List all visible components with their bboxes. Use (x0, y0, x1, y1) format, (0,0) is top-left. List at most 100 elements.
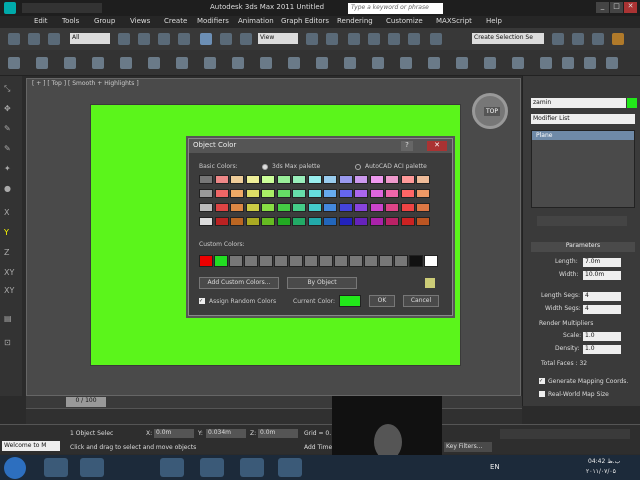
menu-animation[interactable]: Animation (238, 17, 274, 25)
key-filters-button[interactable]: Key Filters... (444, 442, 492, 452)
basic-color-swatch[interactable] (369, 217, 384, 226)
basic-color-swatch[interactable] (323, 175, 337, 184)
select-tool-icon[interactable]: ⤡ (4, 84, 18, 96)
basic-color-swatch[interactable] (307, 175, 322, 184)
basic-color-swatch[interactable] (323, 203, 337, 212)
z-coord-field[interactable]: 0.0m (258, 429, 298, 438)
unlink-icon[interactable] (48, 33, 60, 45)
taskbar-app-media[interactable] (160, 458, 184, 477)
render-icon[interactable] (612, 33, 624, 45)
basic-color-swatch[interactable] (214, 217, 229, 226)
basic-color-swatch[interactable] (292, 189, 306, 198)
hose-icon[interactable] (484, 57, 496, 69)
custom-color-swatch[interactable] (334, 255, 348, 267)
plane-icon[interactable] (260, 57, 272, 69)
motion-panel-icon[interactable] (606, 57, 618, 69)
sphere-icon[interactable] (64, 57, 76, 69)
menu-modifiers[interactable]: Modifiers (197, 17, 229, 25)
close-button[interactable]: ✕ (624, 2, 637, 13)
menu-customize[interactable]: Customize (386, 17, 423, 25)
density-spinner[interactable]: 1.0 (583, 345, 621, 354)
spindle-icon[interactable] (372, 57, 384, 69)
bulb-icon[interactable]: ● (4, 184, 18, 196)
help-button[interactable]: ? (401, 141, 413, 151)
tube-icon[interactable] (148, 57, 160, 69)
basic-color-swatch[interactable] (416, 217, 430, 226)
basic-color-swatch[interactable] (307, 189, 322, 198)
select-by-name-icon[interactable] (138, 33, 150, 45)
minimize-button[interactable]: _ (596, 2, 609, 13)
menu-tools[interactable]: Tools (62, 17, 79, 25)
custom-color-swatch[interactable] (259, 255, 273, 267)
basic-color-swatch[interactable] (338, 175, 353, 184)
basic-color-swatch[interactable] (400, 189, 415, 198)
pivot-icon[interactable] (306, 33, 318, 45)
axis-z-icon[interactable]: Z (4, 248, 18, 260)
spinner-snap-icon[interactable] (408, 33, 420, 45)
real-world-checkbox[interactable] (539, 391, 545, 397)
hierarchy-panel-icon[interactable] (584, 57, 596, 69)
search-input[interactable]: Type a keyword or phrase (348, 3, 443, 14)
menu-views[interactable]: Views (130, 17, 150, 25)
parameters-rollout[interactable]: Parameters (531, 242, 635, 252)
undo-icon[interactable] (8, 33, 20, 45)
modify-panel-icon[interactable] (562, 57, 574, 69)
quick-access-toolbar[interactable] (22, 3, 102, 13)
length-spinner[interactable]: 7.0m (583, 258, 621, 267)
taskbar-app-3dsmax[interactable] (240, 458, 264, 477)
basic-color-swatch[interactable] (292, 217, 306, 226)
basic-color-swatch[interactable] (323, 189, 337, 198)
basic-color-swatch[interactable] (245, 203, 260, 212)
custom-color-swatch[interactable] (304, 255, 318, 267)
prism-icon[interactable] (428, 57, 440, 69)
oil-tank-icon[interactable] (344, 57, 356, 69)
playback-controls[interactable] (500, 429, 630, 439)
x-coord-field[interactable]: 0.0m (154, 429, 194, 438)
axis-x-icon[interactable]: X (4, 208, 18, 220)
basic-color-swatch[interactable] (338, 203, 353, 212)
y-coord-field[interactable]: 0.034m (206, 429, 246, 438)
assign-random-checkbox[interactable]: ✓ (199, 298, 205, 304)
custom-color-swatch[interactable] (394, 255, 408, 267)
basic-color-swatch[interactable] (338, 217, 353, 226)
language-indicator[interactable]: EN (490, 463, 500, 471)
basic-color-swatch[interactable] (385, 217, 399, 226)
basic-color-swatch[interactable] (276, 189, 291, 198)
ref-coord-dropdown[interactable]: View (258, 33, 298, 44)
basic-color-swatch[interactable] (214, 203, 229, 212)
capsule-icon[interactable] (456, 57, 468, 69)
window-crossing-icon[interactable] (178, 33, 190, 45)
modifier-list-dropdown[interactable]: Modifier List (531, 114, 635, 124)
app-menu-icon[interactable] (4, 2, 16, 14)
basic-color-swatch[interactable] (276, 217, 291, 226)
basic-color-swatch[interactable] (214, 189, 229, 198)
select-object-icon[interactable] (118, 33, 130, 45)
basic-color-swatch[interactable] (307, 203, 322, 212)
basic-color-swatch[interactable] (230, 203, 244, 212)
basic-color-swatch[interactable] (369, 175, 384, 184)
curve-editor-icon[interactable]: ⊡ (4, 338, 18, 350)
basic-color-swatch[interactable] (354, 203, 368, 212)
stack-controls[interactable] (537, 216, 627, 226)
basic-color-swatch[interactable] (245, 217, 260, 226)
custom-color-swatch[interactable] (244, 255, 258, 267)
axis-xyz-icon[interactable]: XY (4, 286, 18, 298)
menu-rendering[interactable]: Rendering (337, 17, 373, 25)
create-panel-icon[interactable] (540, 57, 552, 69)
basic-color-swatch[interactable] (323, 217, 337, 226)
brush-tool-icon[interactable]: ✎ (4, 124, 18, 136)
menu-graph-editors[interactable]: Graph Editors (281, 17, 329, 25)
custom-color-swatch[interactable] (409, 255, 423, 267)
time-slider[interactable]: 0 / 100 (26, 396, 522, 408)
add-custom-colors-button[interactable]: Add Custom Colors... (199, 277, 279, 289)
add-time-tag[interactable]: Add Time (304, 444, 332, 451)
basic-color-swatch[interactable] (276, 203, 291, 212)
object-name-field[interactable]: zamin (531, 98, 626, 108)
chamfer-box-icon[interactable] (316, 57, 328, 69)
custom-color-swatch[interactable] (289, 255, 303, 267)
basic-color-swatch[interactable] (230, 175, 244, 184)
basic-color-swatch[interactable] (385, 175, 399, 184)
custom-color-swatch[interactable] (274, 255, 288, 267)
hedra-icon[interactable] (288, 57, 300, 69)
percent-snap-icon[interactable] (388, 33, 400, 45)
